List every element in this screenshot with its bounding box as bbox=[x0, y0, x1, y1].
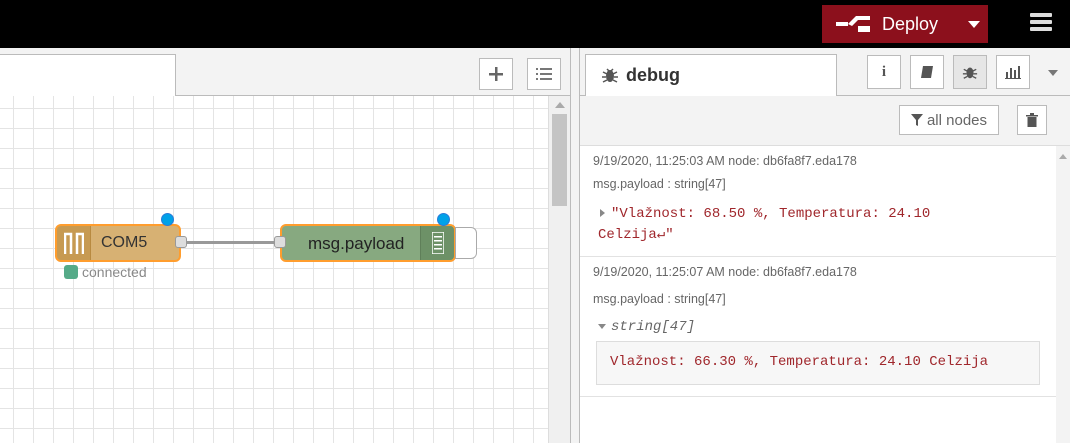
filter-all-nodes-button[interactable]: all nodes bbox=[899, 105, 999, 135]
status-connected-icon bbox=[64, 265, 78, 279]
bug-icon bbox=[962, 67, 978, 79]
sidebar-splitter[interactable] bbox=[570, 48, 580, 443]
debug-message: 9/19/2020, 11:25:07 AM node: db6fa8f7.ed… bbox=[580, 257, 1056, 397]
filter-label: all nodes bbox=[926, 111, 988, 129]
debug-node-icon-box bbox=[420, 226, 454, 260]
deploy-label: Deploy bbox=[882, 14, 939, 34]
debug-tab-label: debug bbox=[626, 65, 680, 85]
debug-node-changed-indicator bbox=[437, 213, 450, 226]
debug-toolbar: all nodes bbox=[580, 96, 1070, 146]
bug-icon bbox=[602, 68, 618, 83]
scroll-up-icon[interactable] bbox=[555, 102, 565, 108]
serial-node-icon-box bbox=[57, 226, 91, 260]
message-meta[interactable]: 9/19/2020, 11:25:03 AM node: db6fa8f7.ed… bbox=[593, 154, 857, 168]
message-type-toggle[interactable]: string[47] bbox=[598, 319, 695, 335]
message-topic: msg.payload : string[47] bbox=[593, 177, 726, 191]
clear-messages-button[interactable] bbox=[1017, 105, 1047, 135]
info-tab-button[interactable]: i bbox=[867, 55, 901, 89]
debug-message-list: 9/19/2020, 11:25:03 AM node: db6fa8f7.ed… bbox=[580, 146, 1056, 443]
message-payload[interactable]: "Vlažnost: 68.50 %, Temperatura: 24.10 C… bbox=[598, 204, 931, 246]
trash-icon bbox=[1026, 113, 1038, 127]
deploy-dropdown-icon[interactable] bbox=[968, 21, 980, 28]
debug-tab-button[interactable] bbox=[953, 55, 987, 89]
debug-node-label: msg.payload bbox=[308, 234, 405, 253]
serial-port-icon bbox=[63, 232, 84, 254]
tab-debug[interactable]: debug bbox=[585, 54, 837, 96]
list-flows-button[interactable] bbox=[527, 58, 561, 90]
filter-icon bbox=[910, 114, 923, 126]
list-icon bbox=[536, 68, 552, 80]
canvas-scrollbar[interactable] bbox=[548, 96, 570, 443]
collapse-icon[interactable] bbox=[598, 323, 606, 329]
main-menu-icon[interactable] bbox=[1030, 13, 1052, 33]
debug-message: 9/19/2020, 11:25:03 AM node: db6fa8f7.ed… bbox=[580, 146, 1056, 257]
info-icon: i bbox=[881, 63, 887, 80]
serial-node-changed-indicator bbox=[161, 213, 174, 226]
scroll-up-icon[interactable] bbox=[1059, 154, 1067, 159]
message-meta[interactable]: 9/19/2020, 11:25:07 AM node: db6fa8f7.ed… bbox=[593, 265, 857, 279]
serial-in-node[interactable]: COM5 bbox=[55, 224, 181, 262]
scroll-thumb[interactable] bbox=[552, 114, 567, 206]
debug-scrollbar[interactable] bbox=[1056, 146, 1070, 443]
help-tab-button[interactable] bbox=[910, 55, 944, 89]
workspace-tab-bar bbox=[0, 48, 570, 96]
debug-node[interactable]: msg.payload bbox=[280, 224, 456, 262]
flow-wire[interactable] bbox=[180, 241, 280, 244]
debug-list-icon bbox=[431, 232, 444, 254]
status-text: connected bbox=[82, 264, 147, 280]
message-type-label: string[47] bbox=[611, 319, 696, 335]
message-value[interactable]: Vlažnost: 66.30 %, Temperatura: 24.10 Ce… bbox=[610, 354, 988, 370]
sidebar-tab-bar: debug i bbox=[580, 48, 1070, 96]
message-topic: msg.payload : string[47] bbox=[593, 292, 726, 306]
deploy-button[interactable]: Deploy bbox=[822, 5, 988, 43]
expand-icon[interactable] bbox=[600, 209, 605, 218]
app-header: Deploy bbox=[0, 0, 1070, 48]
book-icon bbox=[921, 66, 933, 78]
deploy-icon bbox=[836, 16, 870, 32]
payload-line-2: Celzija↵" bbox=[598, 227, 674, 243]
serial-node-output-port[interactable] bbox=[175, 236, 187, 248]
serial-node-label: COM5 bbox=[101, 234, 148, 251]
bar-chart-icon bbox=[1005, 66, 1021, 79]
sidebar-more-icon[interactable] bbox=[1048, 70, 1058, 76]
plus-icon bbox=[489, 67, 503, 81]
flow-tab[interactable] bbox=[0, 54, 176, 96]
debug-node-input-port[interactable] bbox=[274, 236, 286, 248]
payload-line-1: "Vlažnost: 68.50 %, Temperatura: 24.10 bbox=[611, 206, 931, 222]
dashboard-tab-button[interactable] bbox=[996, 55, 1030, 89]
debug-node-toggle[interactable] bbox=[455, 227, 477, 259]
message-value-box: Vlažnost: 66.30 %, Temperatura: 24.10 Ce… bbox=[596, 341, 1040, 385]
serial-node-status: connected bbox=[64, 264, 147, 280]
add-flow-button[interactable] bbox=[479, 58, 513, 90]
